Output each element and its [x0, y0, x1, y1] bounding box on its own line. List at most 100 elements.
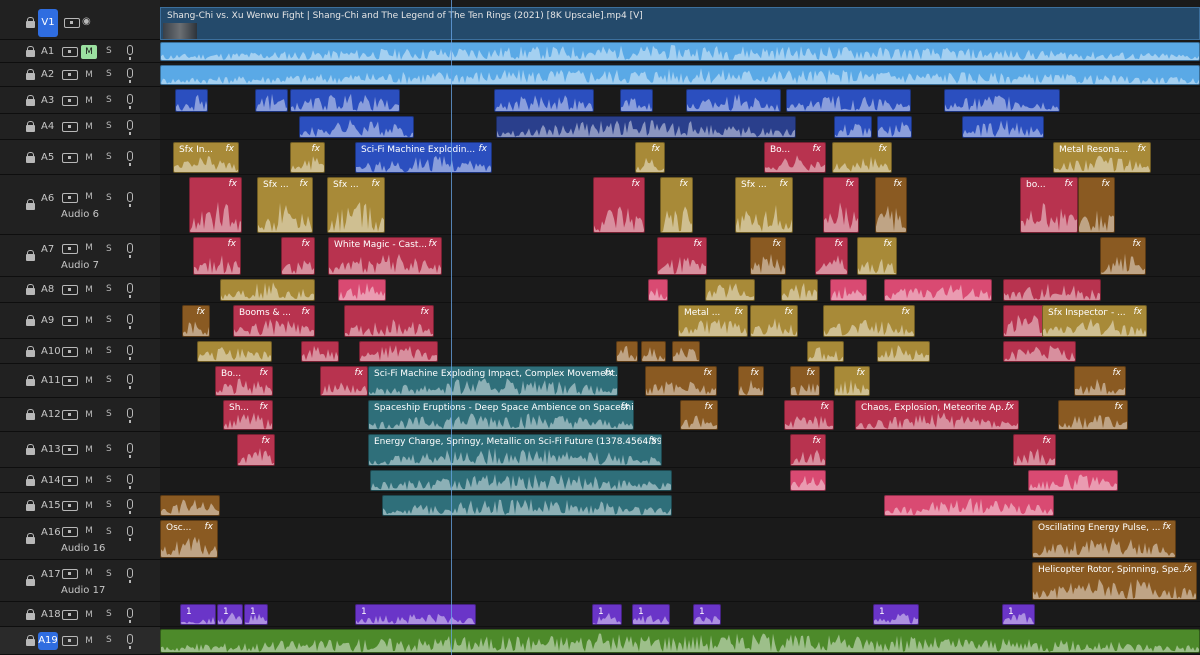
lock-icon[interactable]: [26, 46, 35, 58]
audio-clip[interactable]: Metal ... fx: [678, 305, 748, 337]
audio-clip[interactable]: fx: [823, 305, 915, 337]
audio-clip[interactable]: Sfx ... fx: [327, 177, 385, 233]
microphone-icon[interactable]: [127, 151, 133, 166]
audio-clip[interactable]: [616, 341, 638, 362]
audio-clip[interactable]: [160, 629, 1200, 653]
fx-badge[interactable]: fx: [205, 522, 214, 532]
mute-button[interactable]: M: [81, 524, 97, 538]
lock-icon[interactable]: [26, 284, 35, 296]
microphone-icon[interactable]: [127, 634, 133, 649]
audio-clip[interactable]: fx: [815, 237, 848, 275]
track-output-icon[interactable]: [62, 153, 78, 163]
audio-clip[interactable]: fx: [823, 177, 859, 233]
track-name-a15[interactable]: A15: [41, 500, 61, 511]
mute-button[interactable]: M: [81, 499, 97, 513]
audio-clip[interactable]: fx: [657, 237, 707, 275]
microphone-icon[interactable]: [127, 283, 133, 298]
solo-button[interactable]: S: [106, 609, 112, 619]
microphone-icon[interactable]: [127, 120, 133, 135]
fx-badge[interactable]: fx: [1134, 307, 1143, 317]
fx-badge[interactable]: fx: [1043, 436, 1052, 446]
lock-icon[interactable]: [26, 250, 35, 262]
audio-clip[interactable]: [1003, 279, 1101, 301]
audio-clip[interactable]: [1028, 470, 1118, 491]
fx-badge[interactable]: fx: [262, 436, 271, 446]
track-output-icon[interactable]: [62, 193, 78, 203]
audio-clip[interactable]: [648, 279, 668, 301]
microphone-icon[interactable]: [127, 374, 133, 389]
mute-button[interactable]: M: [81, 68, 97, 82]
audio-clip[interactable]: [160, 495, 220, 516]
audio-clip[interactable]: fx: [320, 366, 368, 396]
audio-clip[interactable]: 1: [180, 604, 216, 625]
fx-badge[interactable]: fx: [704, 368, 713, 378]
fx-badge[interactable]: fx: [479, 144, 488, 154]
audio-clip[interactable]: Sfx In... fx: [173, 142, 239, 173]
audio-clip[interactable]: Bo... fx: [764, 142, 826, 173]
fx-badge[interactable]: fx: [1115, 402, 1124, 412]
audio-clip[interactable]: bo... fx: [1020, 177, 1078, 233]
track-output-icon[interactable]: [62, 501, 78, 511]
lock-icon[interactable]: [26, 17, 35, 29]
audio-clip[interactable]: [338, 279, 386, 301]
audio-clip[interactable]: Chaos, Explosion, Meteorite Ap... fx: [855, 400, 1019, 430]
lock-icon[interactable]: [26, 609, 35, 621]
audio-clip[interactable]: [834, 116, 872, 138]
lock-icon[interactable]: [26, 533, 35, 545]
fx-badge[interactable]: fx: [197, 307, 206, 317]
microphone-icon[interactable]: [127, 45, 133, 60]
solo-button[interactable]: S: [106, 569, 112, 579]
audio-clip[interactable]: [290, 89, 400, 112]
audio-clip[interactable]: 1: [873, 604, 919, 625]
lock-icon[interactable]: [26, 475, 35, 487]
solo-button[interactable]: S: [106, 121, 112, 131]
audio-clip[interactable]: Booms & ... fx: [233, 305, 315, 337]
fx-badge[interactable]: fx: [226, 144, 235, 154]
audio-clip[interactable]: fx: [738, 366, 764, 396]
track-name-a12[interactable]: A12: [41, 409, 61, 420]
track-name-a8[interactable]: A8: [41, 284, 54, 295]
audio-clip[interactable]: Sfx ... fx: [735, 177, 793, 233]
audio-clip[interactable]: Sfx ... fx: [257, 177, 313, 233]
timeline-tracks-area[interactable]: Sfx In... fx fx Sci-Fi Machine Explodin... f…: [160, 0, 1200, 655]
audio-clip[interactable]: fx: [1078, 177, 1115, 233]
audio-clip[interactable]: [884, 495, 1054, 516]
audio-clip[interactable]: 1: [217, 604, 243, 625]
track-output-icon[interactable]: [62, 410, 78, 420]
audio-clip[interactable]: [781, 279, 818, 301]
lock-icon[interactable]: [26, 346, 35, 358]
audio-clip[interactable]: [807, 341, 844, 362]
mute-button[interactable]: M: [81, 443, 97, 457]
audio-clip[interactable]: fx: [290, 142, 325, 173]
audio-clip[interactable]: [197, 341, 272, 362]
fx-badge[interactable]: fx: [751, 368, 760, 378]
track-output-icon[interactable]: [62, 569, 78, 579]
solo-button[interactable]: S: [106, 315, 112, 325]
audio-clip[interactable]: Helicopter Rotor, Spinning, Spe... fx: [1032, 562, 1197, 600]
fx-badge[interactable]: fx: [694, 239, 703, 249]
video-clip[interactable]: Shang-Chi vs. Xu Wenwu Fight | Shang-Chi…: [160, 7, 1200, 40]
track-name-a9[interactable]: A9: [41, 315, 54, 326]
solo-button[interactable]: S: [106, 475, 112, 485]
track-name-a11[interactable]: A11: [41, 375, 61, 386]
fx-badge[interactable]: fx: [260, 368, 269, 378]
fx-badge[interactable]: fx: [429, 239, 438, 249]
microphone-icon[interactable]: [127, 192, 133, 207]
track-output-icon[interactable]: [62, 70, 78, 80]
microphone-icon[interactable]: [127, 68, 133, 83]
fx-badge[interactable]: fx: [421, 307, 430, 317]
fx-badge[interactable]: fx: [228, 239, 237, 249]
fx-badge[interactable]: fx: [680, 179, 689, 189]
fx-badge[interactable]: fx: [1065, 179, 1074, 189]
audio-clip[interactable]: fx: [635, 142, 665, 173]
track-name-a1[interactable]: A1: [41, 46, 54, 57]
fx-badge[interactable]: fx: [902, 307, 911, 317]
lock-icon[interactable]: [26, 69, 35, 81]
audio-clip[interactable]: [686, 89, 781, 112]
microphone-icon[interactable]: [127, 408, 133, 423]
audio-clip[interactable]: [1003, 305, 1046, 337]
fx-badge[interactable]: fx: [372, 179, 381, 189]
solo-button[interactable]: S: [106, 46, 112, 56]
eye-icon[interactable]: ◉: [82, 16, 91, 28]
audio-clip[interactable]: 1: [693, 604, 721, 625]
